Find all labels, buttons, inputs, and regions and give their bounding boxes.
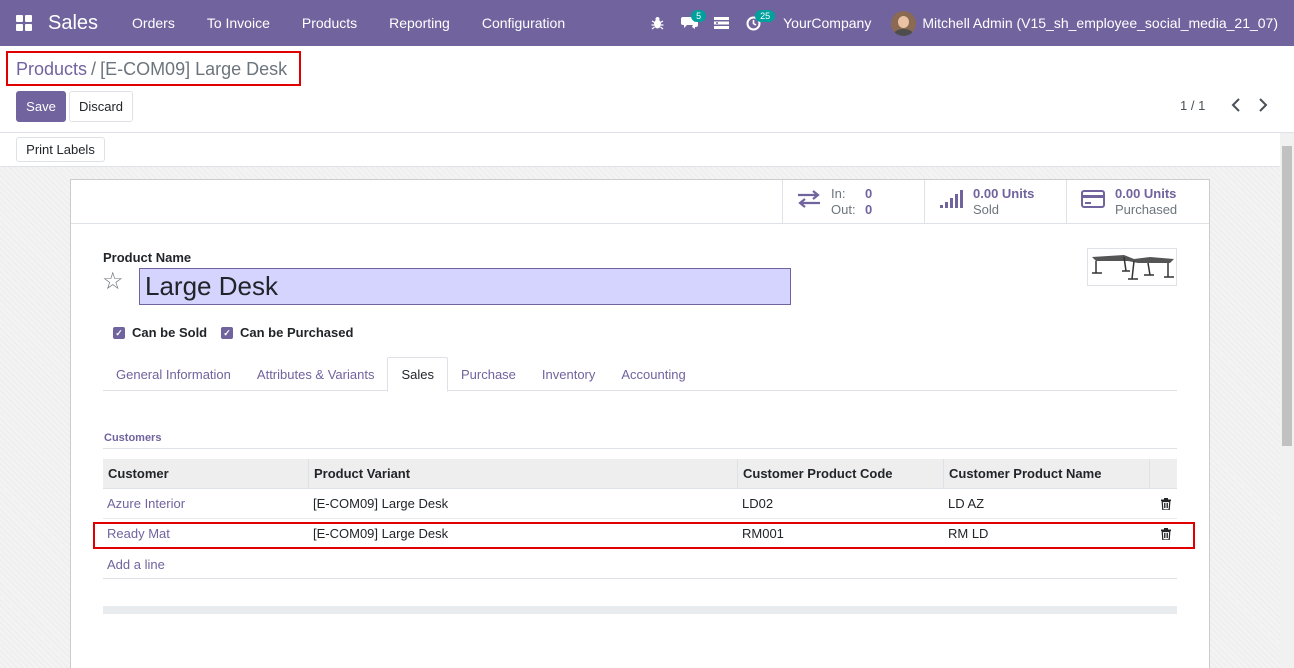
checkbox-checked-icon[interactable]: ✓ [221,326,233,339]
sold-value: 0.00 Units [973,185,1035,201]
sold-label: Sold [973,201,1000,217]
cell-customer[interactable]: Azure Interior [103,489,309,518]
debug-bug-icon[interactable] [641,0,673,46]
column-header-actions [1150,459,1177,488]
table-footer [103,606,1177,614]
out-label: Out: [831,201,856,217]
menu-products[interactable]: Products [286,0,373,46]
app-name[interactable]: Sales [48,12,98,35]
row-highlight [93,522,1195,549]
form-tabs: General Information Attributes & Variant… [103,357,1177,392]
statusbar [0,133,1280,167]
tab-inventory[interactable]: Inventory [529,357,608,391]
transfer-arrows-icon [797,189,823,215]
divider [71,223,1209,224]
product-image[interactable] [1087,248,1177,286]
apps-menu-icon[interactable] [0,0,48,46]
table-row[interactable]: Azure Interior [E-COM09] Large Desk LD02… [103,489,1177,519]
signal-bars-icon [939,189,965,215]
pager-previous-icon[interactable] [1229,96,1243,114]
in-out-smart-button[interactable]: In: 0 Out: 0 [782,180,924,223]
breadcrumb-products-link[interactable]: Products [16,59,87,80]
tab-purchase[interactable]: Purchase [448,357,529,391]
tab-sales[interactable]: Sales [387,357,448,392]
can-be-sold-label: Can be Sold [132,325,208,340]
pager-value[interactable]: 1 / 1 [1180,98,1205,113]
purchased-label: Purchased [1115,201,1178,217]
form-sheet [70,179,1210,668]
user-menu[interactable]: Mitchell Admin (V15_sh_employee_social_m… [891,10,1294,36]
in-label: In: [831,185,846,201]
add-a-line-link[interactable]: Add a line [107,557,165,572]
save-button[interactable]: Save [16,91,66,122]
column-header-customer-product-code[interactable]: Customer Product Code [738,459,944,488]
menu-orders[interactable]: Orders [116,0,191,46]
tab-accounting[interactable]: Accounting [608,357,698,391]
chat-icon[interactable]: 5 [673,0,707,46]
checkbox-checked-icon[interactable]: ✓ [113,326,125,339]
pager-next-icon[interactable] [1256,96,1270,114]
can-be-sold-checkbox[interactable]: ✓ Can be Sold [113,325,207,340]
can-be-purchased-checkbox[interactable]: ✓ Can be Purchased [221,325,353,340]
product-name-label: Product Name [103,250,192,265]
cell-customer-product-name[interactable]: LD AZ [944,489,1150,518]
activity-clock-icon[interactable]: 25 [737,0,776,46]
column-header-product-variant[interactable]: Product Variant [309,459,738,488]
table-header: Customer Product Variant Customer Produc… [103,459,1177,489]
tab-general-information[interactable]: General Information [103,357,244,391]
favorite-star-icon[interactable]: ☆ [102,268,124,296]
scrollbar-thumb[interactable] [1282,146,1292,446]
trash-icon[interactable] [1150,489,1177,518]
column-header-customer[interactable]: Customer [103,459,309,488]
purchased-smart-button[interactable]: 0.00 Units Purchased [1066,180,1208,223]
can-be-purchased-label: Can be Purchased [240,325,354,340]
menu-reporting[interactable]: Reporting [373,0,466,46]
discard-button[interactable]: Discard [69,91,133,122]
column-header-customer-product-name[interactable]: Customer Product Name [944,459,1150,488]
activity-badge: 25 [755,10,776,22]
print-labels-button[interactable]: Print Labels [16,137,105,162]
top-navbar: Sales Orders To Invoice Products Reporti… [0,0,1294,46]
cell-customer-product-code[interactable]: LD02 [738,489,944,518]
sold-smart-button[interactable]: 0.00 Units Sold [924,180,1066,223]
company-switcher[interactable]: YourCompany [769,15,891,31]
chat-badge: 5 [691,10,707,22]
out-value: 0 [865,201,873,217]
breadcrumb-separator: / [91,59,97,79]
breadcrumb: Products / [E-COM09] Large Desk [16,59,287,80]
product-name-input[interactable]: Large Desk [139,268,791,305]
divider [103,578,1177,579]
user-name: Mitchell Admin (V15_sh_employee_social_m… [922,15,1278,31]
avatar [891,10,917,36]
cell-product-variant[interactable]: [E-COM09] Large Desk [309,489,738,518]
in-value: 0 [865,185,873,201]
tab-attributes-variants[interactable]: Attributes & Variants [244,357,388,391]
customers-section-title: Customers [104,432,162,444]
menu-configuration[interactable]: Configuration [466,0,581,46]
breadcrumb-current: [E-COM09] Large Desk [100,59,288,79]
credit-card-icon [1081,189,1107,215]
switch-icon[interactable] [705,0,737,46]
menu-to-invoice[interactable]: To Invoice [191,0,286,46]
smart-buttons: In: 0 Out: 0 0.00 Units Sold 0.00 Units Pu… [782,180,1208,223]
divider [103,448,1177,449]
purchased-value: 0.00 Units [1115,185,1177,201]
